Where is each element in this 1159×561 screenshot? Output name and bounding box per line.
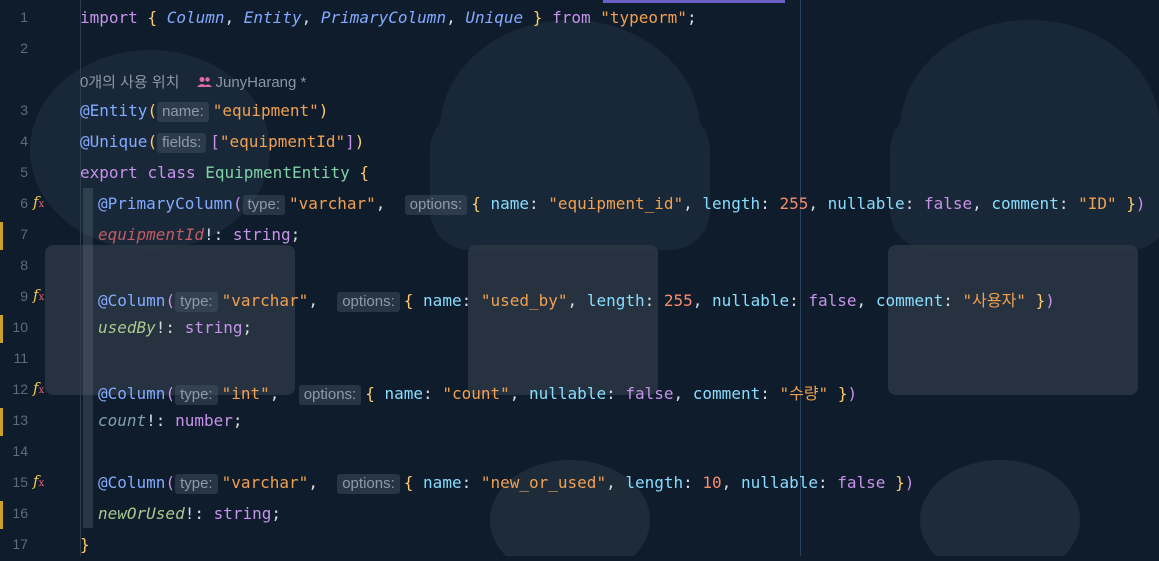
line-number: 3	[20, 102, 28, 118]
line-number: 7	[20, 226, 28, 242]
line-number: 2	[20, 40, 28, 56]
line-number: 10	[12, 319, 28, 335]
code-line[interactable]: 7 equipmentId!: string;	[0, 220, 1159, 251]
code-line[interactable]: 5 export class EquipmentEntity {	[0, 158, 1159, 189]
line-number: 13	[12, 412, 28, 428]
code-line[interactable]: 13 count!: number;	[0, 406, 1159, 437]
code-line[interactable]: 11	[0, 344, 1159, 375]
param-hint: options:	[337, 474, 400, 494]
users-icon	[197, 77, 213, 87]
param-hint: options:	[298, 385, 362, 405]
code-text[interactable]: count!: number;	[98, 411, 243, 430]
param-hint: fields:	[157, 133, 207, 153]
code-text[interactable]: @Entity(name: "equipment")	[80, 101, 328, 122]
line-number: 15	[12, 474, 28, 490]
param-hint: options:	[337, 292, 400, 312]
code-text[interactable]: @PrimaryColumn(type: "varchar", options:{…	[98, 194, 1146, 215]
function-gutter-icon[interactable]: fx	[33, 193, 44, 211]
code-editor[interactable]: 1 import { Column, Entity, PrimaryColumn…	[0, 0, 1159, 556]
code-text[interactable]: @Column(type: "int", options:{ name: "cou…	[98, 380, 857, 405]
line-number: 5	[20, 164, 28, 180]
code-text[interactable]: }	[80, 535, 90, 554]
code-line[interactable]: 8	[0, 251, 1159, 282]
code-line[interactable]: 6 fx @PrimaryColumn(type: "varchar", opti…	[0, 189, 1159, 220]
line-number: 9	[20, 288, 28, 304]
code-text[interactable]: equipmentId!: string;	[98, 225, 300, 244]
code-text[interactable]: @Unique(fields: ["equipmentId"])	[80, 132, 364, 153]
code-line[interactable]: 1 import { Column, Entity, PrimaryColumn…	[0, 3, 1159, 34]
function-gutter-icon[interactable]: fx	[33, 286, 44, 304]
line-number: 14	[12, 443, 28, 459]
code-line[interactable]: 15 fx @Column(type: "varchar", options:{ …	[0, 468, 1159, 499]
code-line[interactable]: 17 }	[0, 530, 1159, 561]
code-line[interactable]: 4 @Unique(fields: ["equipmentId"])	[0, 127, 1159, 158]
line-number: 12	[12, 381, 28, 397]
param-hint: type:	[242, 195, 286, 215]
param-hint: options:	[404, 195, 468, 215]
param-hint: type:	[175, 385, 218, 405]
function-gutter-icon[interactable]: fx	[33, 379, 44, 397]
author-info[interactable]: JunyHarang *	[197, 74, 306, 91]
line-number: 8	[20, 257, 28, 273]
usages-link[interactable]: 0개의 사용 위치	[80, 74, 179, 91]
code-lens: 0개의 사용 위치 JunyHarang *	[0, 65, 1159, 96]
line-number: 11	[13, 350, 28, 366]
code-line[interactable]: 12 fx @Column(type: "int", options:{ name…	[0, 375, 1159, 406]
code-line[interactable]: 3 @Entity(name: "equipment")	[0, 96, 1159, 127]
code-text[interactable]: import { Column, Entity, PrimaryColumn, …	[80, 8, 697, 27]
code-line[interactable]: 2	[0, 34, 1159, 65]
code-text[interactable]: newOrUsed!: string;	[98, 504, 281, 523]
code-text[interactable]: export class EquipmentEntity {	[80, 163, 369, 182]
code-line[interactable]: 16 newOrUsed!: string;	[0, 499, 1159, 530]
line-number: 4	[20, 133, 28, 149]
code-line[interactable]: 10 usedBy!: string;	[0, 313, 1159, 344]
line-number: 1	[20, 9, 28, 25]
param-hint: type:	[175, 474, 218, 494]
code-text[interactable]: usedBy!: string;	[98, 318, 252, 337]
code-text[interactable]: @Column(type: "varchar", options:{ name: …	[98, 287, 1055, 312]
param-hint: type:	[175, 292, 218, 312]
code-line[interactable]: 14	[0, 437, 1159, 468]
code-text[interactable]: @Column(type: "varchar", options:{ name: …	[98, 473, 914, 494]
function-gutter-icon[interactable]: fx	[33, 472, 44, 490]
code-line[interactable]: 9 fx @Column(type: "varchar", options:{ n…	[0, 282, 1159, 313]
line-number: 17	[12, 536, 28, 552]
line-number: 16	[12, 505, 28, 521]
line-number: 6	[20, 195, 28, 211]
param-hint: name:	[157, 102, 209, 122]
